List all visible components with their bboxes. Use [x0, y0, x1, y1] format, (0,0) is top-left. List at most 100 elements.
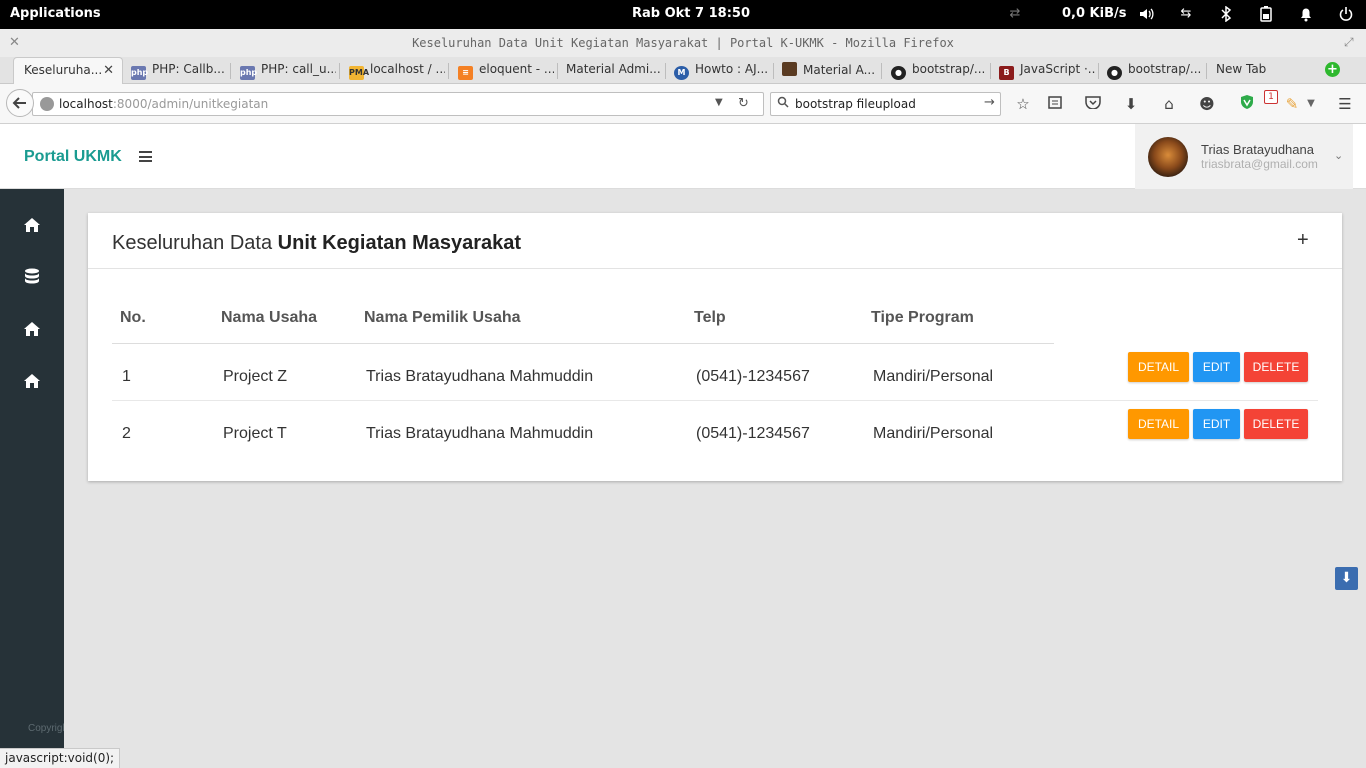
download-icon[interactable]: ⬇ — [1121, 94, 1141, 114]
data-card: Keseluruhan Data Unit Kegiatan Masyaraka… — [88, 213, 1342, 481]
globe-icon — [40, 97, 54, 111]
overflow-chevron-icon[interactable]: ▼ — [1301, 94, 1321, 114]
b-logo-icon: B — [999, 66, 1014, 80]
user-menu[interactable]: Trias Bratayudhana triasbrata@gmail.com … — [1135, 124, 1353, 189]
back-button[interactable] — [6, 89, 34, 117]
sidebar-item-home-2[interactable] — [0, 309, 64, 349]
chevron-down-icon[interactable]: ⌄ — [1334, 149, 1343, 162]
tab-new-tab[interactable]: New Tab — [1216, 57, 1296, 84]
tab-javascript[interactable]: B JavaScript ·... — [999, 57, 1095, 84]
tab-active[interactable]: Keseluruha... ✕ — [13, 57, 123, 84]
scroll-down-arrow-icon[interactable]: ⬇ — [1335, 567, 1358, 590]
tab-material-admin[interactable]: Material Admi... — [566, 57, 662, 84]
tab-bootstrap-2[interactable]: ● bootstrap/... — [1107, 57, 1203, 84]
clock[interactable]: Rab Okt 7 18:50 — [632, 6, 750, 21]
column-header-no: No. — [120, 309, 146, 326]
tab-localhost-pma[interactable]: PMAlocalhost / ... — [349, 57, 445, 84]
tab-label: PHP: call_u... — [261, 62, 336, 76]
detail-button[interactable]: DETAIL — [1128, 409, 1189, 439]
row-divider — [112, 400, 1318, 401]
cell-telp: (0541)-1234567 — [696, 425, 810, 442]
tab-material-a[interactable]: Material A... — [782, 57, 878, 84]
app-header: Portal UKMK Trias Bratayudhana triasbrat… — [0, 124, 1366, 189]
delete-button[interactable]: DELETE — [1244, 409, 1308, 439]
edit-button[interactable]: EDIT — [1193, 352, 1240, 382]
network-speed: 0,0 KiB/s — [1062, 6, 1127, 21]
applications-menu[interactable]: Applications — [10, 6, 101, 21]
tab-label: Material A... — [803, 63, 876, 77]
addon-badge[interactable]: 1 — [1264, 90, 1278, 104]
edit-button[interactable]: EDIT — [1193, 409, 1240, 439]
navigation-toolbar: localhost:8000/admin/unitkegiatan ▼ ↻ bo… — [0, 84, 1366, 124]
tab-php-call-user[interactable]: php PHP: call_u... — [240, 57, 336, 84]
header-divider — [112, 343, 1054, 344]
reading-list-icon[interactable] — [1045, 94, 1065, 114]
brand-title[interactable]: Portal UKMK — [24, 148, 122, 166]
sidebar-item-home[interactable] — [0, 205, 64, 245]
add-button[interactable]: + — [1297, 229, 1309, 252]
home-icon — [24, 322, 40, 336]
user-email: triasbrata@gmail.com — [1201, 157, 1318, 171]
tab-separator — [1098, 63, 1099, 79]
search-go-arrow-icon[interactable]: → — [984, 95, 995, 110]
sidebar-item-home-3[interactable] — [0, 361, 64, 401]
tab-bootstrap-1[interactable]: ● bootstrap/... — [891, 57, 987, 84]
delete-button[interactable]: DELETE — [1244, 352, 1308, 382]
window-titlebar: ✕ Keseluruhan Data Unit Kegiatan Masyara… — [0, 29, 1366, 57]
detail-button[interactable]: DETAIL — [1128, 352, 1189, 382]
php-icon: php — [240, 66, 257, 80]
github-icon: ● — [891, 66, 906, 80]
hamburger-menu-icon[interactable]: ☰ — [1335, 94, 1355, 114]
card-title-bold: Unit Kegiatan Masyarakat — [277, 232, 522, 254]
url-text[interactable]: localhost:8000/admin/unitkegiatan — [59, 97, 268, 111]
tab-label: New Tab — [1216, 62, 1267, 76]
reload-icon[interactable]: ↻ — [738, 96, 749, 111]
github-icon: ● — [1107, 66, 1122, 80]
tab-close-icon[interactable]: ✕ — [103, 63, 114, 78]
tab-strip: Keseluruha... ✕ php PHP: Callb... php PHP:… — [0, 57, 1366, 84]
column-header-nama-usaha: Nama Usaha — [221, 309, 318, 326]
tab-label: Keseluruha... — [24, 63, 103, 77]
tab-separator — [448, 63, 449, 79]
copyright-text: Copyright — [28, 723, 64, 734]
network-arrows-icon[interactable]: ⇄ — [1007, 6, 1023, 22]
avatar — [1148, 137, 1188, 177]
new-tab-plus-icon[interactable]: + — [1325, 62, 1340, 77]
url-bar[interactable]: localhost:8000/admin/unitkegiatan ▼ ↻ — [32, 92, 764, 116]
user-name: Trias Bratayudhana — [1201, 142, 1314, 157]
url-dropdown-icon[interactable]: ▼ — [715, 97, 723, 108]
volume-icon[interactable] — [1138, 6, 1154, 22]
cell-nama-usaha: Project Z — [223, 368, 288, 385]
window-maximize-icon[interactable]: ⤢ — [1344, 35, 1354, 50]
cell-no: 2 — [122, 425, 131, 442]
addon-extension-icon[interactable]: ✎ — [1282, 94, 1302, 114]
search-input[interactable]: bootstrap fileupload — [795, 97, 916, 111]
bluetooth-icon[interactable] — [1218, 5, 1234, 23]
power-icon[interactable] — [1338, 6, 1354, 22]
shield-icon[interactable] — [1237, 94, 1257, 114]
sidebar-toggle-icon[interactable] — [139, 151, 152, 162]
url-host: localhost — [59, 97, 113, 111]
cell-no: 1 — [122, 368, 131, 385]
tab-php-callback[interactable]: php PHP: Callb... — [131, 57, 227, 84]
tab-howto-ajax[interactable]: M Howto : AJ... — [674, 57, 770, 84]
m-logo-icon: M — [674, 66, 689, 80]
sidebar-item-data[interactable] — [0, 257, 64, 297]
search-bar[interactable]: bootstrap fileupload → — [770, 92, 1001, 116]
tab-label: PHP: Callb... — [152, 62, 225, 76]
tab-separator — [881, 63, 882, 79]
notification-bell-icon[interactable] — [1298, 6, 1314, 22]
search-icon — [777, 96, 789, 111]
card-title: Keseluruhan Data Unit Kegiatan Masyaraka… — [112, 232, 521, 255]
tab-eloquent[interactable]: ≡ eloquent - ... — [458, 57, 554, 84]
bookmark-star-icon[interactable]: ☆ — [1013, 94, 1033, 114]
battery-icon[interactable] — [1258, 6, 1274, 22]
pocket-icon[interactable] — [1083, 94, 1103, 114]
chat-icon[interactable]: ☻ — [1197, 94, 1217, 114]
home-icon[interactable]: ⌂ — [1159, 94, 1179, 114]
database-icon — [25, 268, 39, 284]
stackoverflow-icon: ≡ — [458, 66, 473, 80]
php-icon: php — [131, 66, 148, 80]
tab-label: JavaScript ·... — [1020, 62, 1095, 76]
sync-icon[interactable]: ⇆ — [1178, 6, 1194, 22]
